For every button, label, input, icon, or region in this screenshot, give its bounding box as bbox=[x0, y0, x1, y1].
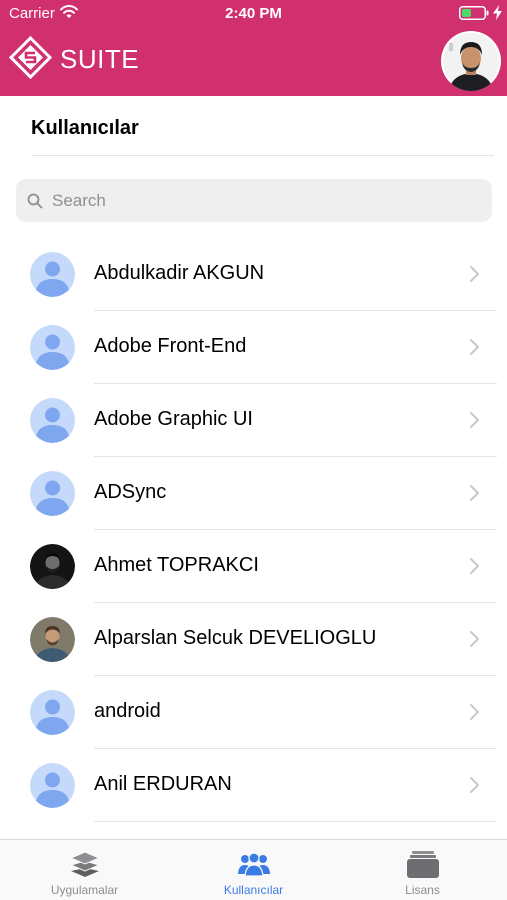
brand-name: SUITE bbox=[60, 44, 140, 74]
tab-kullanicilar[interactable]: Kullanıcılar bbox=[169, 840, 338, 900]
charging-icon bbox=[493, 5, 502, 20]
suite-logo-icon bbox=[9, 36, 52, 79]
user-name: Adobe Front-End bbox=[94, 335, 247, 357]
page-title: Kullanıcılar bbox=[31, 117, 139, 139]
default-avatar-icon bbox=[30, 398, 75, 443]
users-icon bbox=[238, 852, 270, 877]
search-bar[interactable] bbox=[16, 179, 492, 222]
user-name: Alparslan Selcuk DEVELIOGLU bbox=[94, 627, 377, 649]
default-avatar-icon bbox=[30, 471, 75, 516]
search-input[interactable] bbox=[52, 185, 472, 216]
user-row[interactable]: Alparslan Selcuk DEVELIOGLU bbox=[0, 603, 507, 676]
user-photo-avatar bbox=[30, 617, 75, 662]
tab-bar: Uygulamalar Kullanıcılar Lisans bbox=[0, 839, 507, 900]
user-row[interactable]: Anil ERDURAN bbox=[0, 749, 507, 822]
user-photo-avatar bbox=[30, 544, 75, 589]
chevron-right-icon bbox=[470, 777, 479, 793]
user-row[interactable]: Adobe Front-End bbox=[0, 311, 507, 384]
user-row[interactable]: ADSync bbox=[0, 457, 507, 530]
status-bar: Carrier 2:40 PM bbox=[0, 0, 507, 26]
chevron-right-icon bbox=[470, 558, 479, 574]
profile-photo-icon bbox=[443, 33, 499, 91]
chevron-right-icon bbox=[470, 704, 479, 720]
user-row[interactable]: android bbox=[0, 676, 507, 749]
profile-avatar[interactable] bbox=[441, 31, 501, 91]
user-row[interactable]: Abdulkadir AKGUN bbox=[0, 238, 507, 311]
tab-label: Uygulamalar bbox=[50, 883, 119, 897]
user-name: Ahmet TOPRAKCI bbox=[94, 554, 259, 576]
user-name: ADSync bbox=[94, 481, 167, 503]
row-divider bbox=[94, 821, 497, 822]
chevron-right-icon bbox=[470, 266, 479, 282]
tab-uygulamalar[interactable]: Uygulamalar bbox=[0, 840, 169, 900]
default-avatar-icon bbox=[30, 325, 75, 370]
battery-icon bbox=[459, 6, 489, 20]
user-name: Anil ERDURAN bbox=[94, 773, 232, 795]
search-icon bbox=[27, 193, 43, 209]
layers-icon bbox=[69, 851, 101, 877]
status-time: 2:40 PM bbox=[225, 5, 282, 22]
user-row[interactable]: Adobe Graphic UI bbox=[0, 384, 507, 457]
default-avatar-icon bbox=[30, 763, 75, 808]
app-header: Carrier 2:40 PM SUITE bbox=[0, 0, 507, 96]
user-name: Abdulkadir AKGUN bbox=[94, 262, 265, 284]
default-avatar-icon bbox=[30, 252, 75, 297]
tab-label: Kullanıcılar bbox=[223, 883, 284, 897]
tab-lisans[interactable]: Lisans bbox=[338, 840, 507, 900]
user-name: Adobe Graphic UI bbox=[94, 408, 253, 430]
user-name: android bbox=[94, 700, 161, 722]
tab-label: Lisans bbox=[405, 883, 440, 897]
chevron-right-icon bbox=[470, 412, 479, 428]
user-row[interactable]: Ahmet TOPRAKCI bbox=[0, 530, 507, 603]
title-divider bbox=[31, 155, 494, 156]
default-avatar-icon bbox=[30, 690, 75, 735]
chevron-right-icon bbox=[470, 485, 479, 501]
chevron-right-icon bbox=[470, 631, 479, 647]
chevron-right-icon bbox=[470, 339, 479, 355]
license-stack-icon bbox=[407, 851, 439, 878]
user-list: Abdulkadir AKGUN Adobe Front-End Adobe G… bbox=[0, 238, 507, 822]
